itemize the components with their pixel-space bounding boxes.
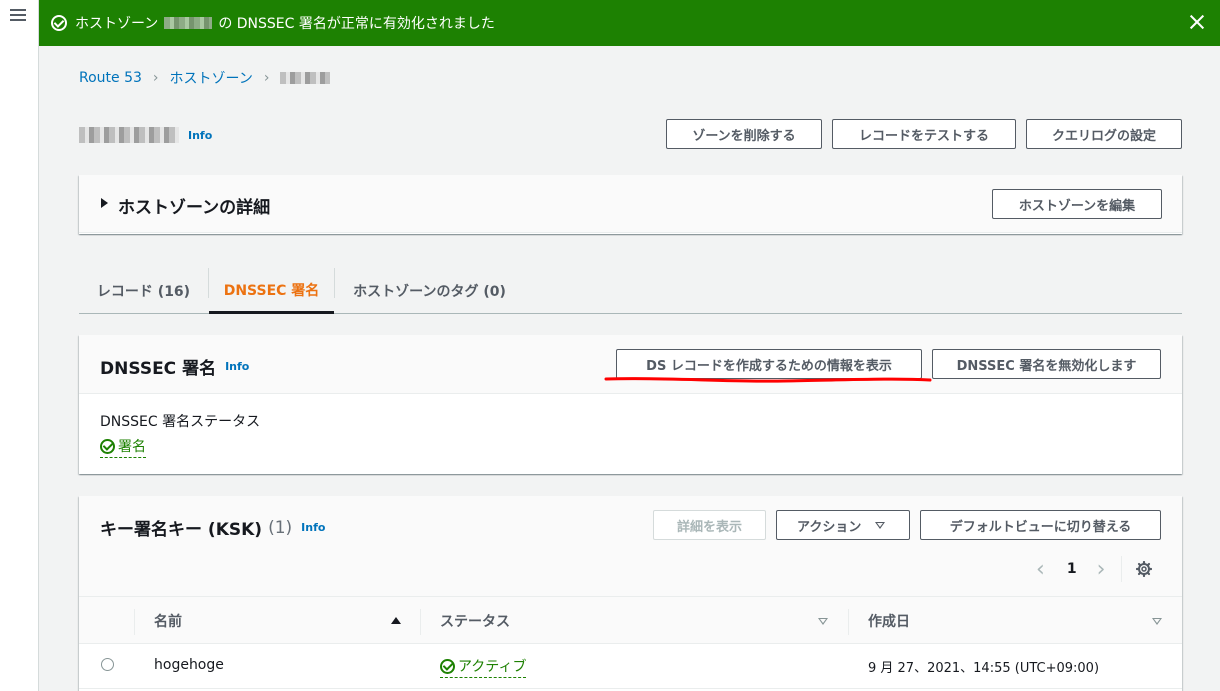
column-created-label: 作成日: [868, 614, 910, 630]
actions-label: アクション: [797, 519, 862, 535]
check-circle-icon: [100, 438, 115, 454]
details-title[interactable]: ホストゾーンの詳細: [118, 193, 270, 218]
ksk-panel: キー署名キー (KSK) (1) Info 詳細を表示 アクション デフォルトビ…: [79, 496, 1182, 691]
dnssec-header: DNSSEC 署名 Info DS レコードを作成するための情報を表示 DNSS…: [79, 335, 1182, 394]
dnssec-status-label: DNSSEC 署名ステータス: [100, 414, 261, 430]
show-ds-record-info-button[interactable]: DS レコードを作成するための情報を表示: [616, 349, 922, 379]
tab-hosted-zone-tags[interactable]: ホストゾーンのタグ (0): [335, 268, 524, 314]
column-status-label: ステータス: [440, 614, 510, 630]
column-name-label: 名前: [154, 614, 182, 630]
column-divider: [848, 609, 849, 635]
breadcrumb: Route 53 › ホストゾーン ›: [79, 68, 331, 88]
info-link[interactable]: Info: [188, 129, 212, 142]
sort-ascending-icon[interactable]: [391, 617, 401, 624]
dnssec-signing-panel: DNSSEC 署名 Info DS レコードを作成するための情報を表示 DNSS…: [79, 335, 1182, 474]
dnssec-title: DNSSEC 署名 Info: [100, 354, 249, 379]
row-status-text: アクティブ: [458, 659, 527, 675]
chevron-left-icon[interactable]: ‹: [1036, 557, 1045, 582]
close-icon[interactable]: [1188, 13, 1206, 31]
breadcrumb-route53[interactable]: Route 53: [79, 70, 142, 86]
page-number[interactable]: 1: [1067, 561, 1077, 577]
row-select-radio[interactable]: [101, 658, 114, 671]
details-header[interactable]: ホストゾーンの詳細 ホストゾーンを編集: [79, 175, 1182, 233]
flash-message-prefix: ホストゾーン: [75, 16, 159, 32]
row-created: 9 月 27、2021、14:55 (UTC+09:00): [868, 661, 1100, 676]
side-navigation: [0, 0, 39, 691]
check-circle-icon: [440, 658, 455, 674]
caret-right-icon[interactable]: [101, 198, 108, 208]
query-log-button[interactable]: クエリログの設定: [1026, 119, 1182, 149]
tab-records[interactable]: レコード (16): [79, 268, 208, 314]
ksk-header: キー署名キー (KSK) (1) Info 詳細を表示 アクション デフォルトビ…: [79, 496, 1182, 596]
row-name: hogehoge: [154, 657, 224, 673]
ksk-table-header: 名前 ステータス 作成日: [79, 596, 1182, 644]
status-text: 署名: [118, 439, 146, 455]
ksk-title: キー署名キー (KSK) (1) Info: [100, 515, 325, 541]
actions-button[interactable]: アクション: [776, 510, 910, 540]
pagination: ‹ 1 ›: [1036, 556, 1153, 582]
tab-bar: レコード (16) DNSSEC 署名 ホストゾーンのタグ (0): [79, 268, 1182, 314]
breadcrumb-hosted-zones[interactable]: ホストゾーン: [170, 68, 253, 88]
column-header-name[interactable]: 名前: [154, 597, 420, 645]
page-title: Info: [79, 127, 212, 143]
view-details-button[interactable]: 詳細を表示: [653, 510, 766, 540]
column-header-created[interactable]: 作成日: [868, 597, 1168, 645]
edit-hosted-zone-button[interactable]: ホストゾーンを編集: [992, 189, 1162, 219]
chevron-right-icon: ›: [263, 70, 270, 86]
sort-icon[interactable]: [1152, 618, 1162, 625]
column-divider: [420, 609, 421, 635]
breadcrumb-redacted-zone: [280, 72, 331, 84]
row-status[interactable]: アクティブ: [440, 656, 527, 678]
menu-icon[interactable]: [10, 9, 26, 23]
chevron-right-icon[interactable]: ›: [1097, 557, 1106, 582]
tab-dnssec-signing[interactable]: DNSSEC 署名: [209, 268, 334, 314]
dnssec-title-text: DNSSEC 署名: [100, 359, 217, 379]
chevron-right-icon: ›: [152, 70, 159, 86]
info-link[interactable]: Info: [225, 360, 249, 373]
ksk-count: (1): [268, 517, 293, 538]
switch-default-view-button[interactable]: デフォルトビューに切り替える: [920, 510, 1161, 540]
hosted-zone-details-panel: ホストゾーンの詳細 ホストゾーンを編集: [79, 175, 1182, 234]
column-divider: [134, 609, 135, 635]
success-flash-banner: ホストゾーン の DNSSEC 署名が正常に有効化されました: [39, 0, 1220, 46]
disable-dnssec-button[interactable]: DNSSEC 署名を無効化します: [932, 349, 1161, 379]
delete-zone-button[interactable]: ゾーンを削除する: [666, 119, 822, 149]
info-link[interactable]: Info: [301, 521, 325, 534]
dnssec-status-value[interactable]: 署名: [100, 436, 146, 458]
column-header-status[interactable]: ステータス: [440, 597, 848, 645]
flash-message-suffix: の DNSSEC 署名が正常に有効化されました: [218, 16, 495, 32]
sort-icon[interactable]: [818, 618, 828, 625]
caret-down-icon: [875, 521, 886, 529]
ksk-title-text: キー署名キー (KSK): [100, 520, 263, 540]
success-icon: [51, 15, 67, 31]
pager-divider: [1121, 556, 1123, 582]
redacted-zone-name: [164, 17, 213, 29]
test-record-button[interactable]: レコードをテストする: [832, 119, 1016, 149]
gear-icon[interactable]: [1136, 561, 1153, 577]
redacted-zone-title: [79, 127, 179, 143]
table-row[interactable]: hogehoge アクティブ 9 月 27、2021、14:55 (UTC+09…: [79, 645, 1182, 689]
